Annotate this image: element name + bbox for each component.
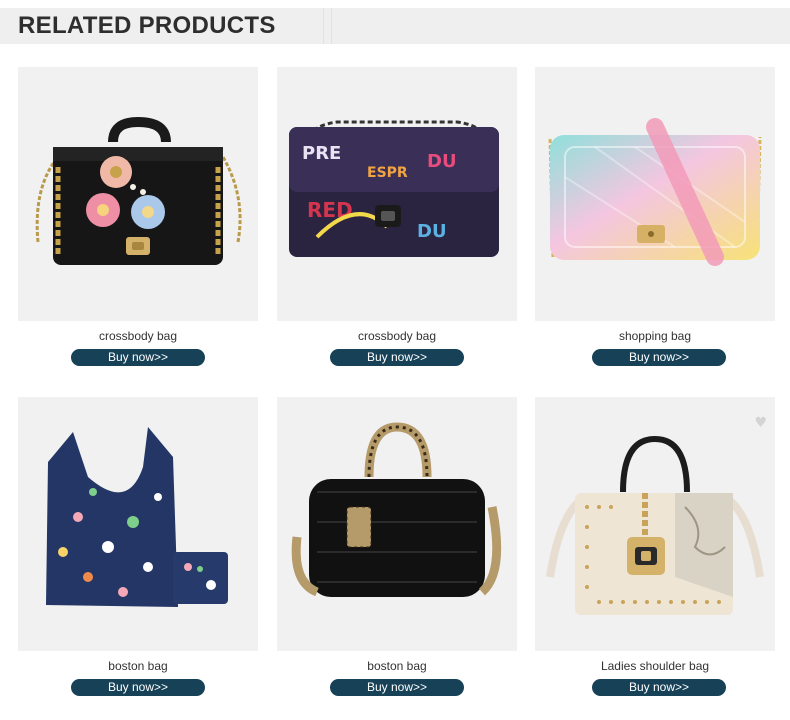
buy-now-button[interactable]: Buy now>> [71,349,205,366]
product-card[interactable]: PRE ESPR DU RED DU crossbody bag Buy now… [277,67,517,367]
buy-now-button[interactable]: Buy now>> [330,679,464,696]
product-card[interactable]: crossbody bag Buy now>> [18,67,258,367]
header-divider [323,8,332,44]
product-image-shoulder-bag[interactable]: ♥ [535,397,775,651]
product-name[interactable]: boston bag [277,659,517,673]
svg-text:ESPR: ESPR [367,165,408,181]
section-header: RELATED PRODUCTS [0,8,790,44]
buy-now-button[interactable]: Buy now>> [71,679,205,696]
product-image-flower-handbag[interactable] [18,67,258,321]
product-name[interactable]: crossbody bag [18,329,258,343]
product-card[interactable]: shopping bag Buy now>> [535,67,775,367]
product-name[interactable]: boston bag [18,659,258,673]
buy-now-button[interactable]: Buy now>> [330,349,464,366]
buy-now-button[interactable]: Buy now>> [592,349,726,366]
svg-text:PRE: PRE [302,143,341,164]
product-card[interactable]: boston bag Buy now>> [277,397,517,697]
product-image-jelly-bag[interactable] [535,67,775,321]
product-name[interactable]: Ladies shoulder bag [535,659,775,673]
product-image-foldable-tote[interactable] [18,397,258,651]
product-card[interactable]: ♥ Ladies shoulder bag Buy now>> [535,397,775,697]
product-name[interactable]: shopping bag [535,329,775,343]
svg-text:DU: DU [417,221,447,242]
product-card[interactable]: boston bag Buy now>> [18,397,258,697]
svg-text:DU: DU [427,151,457,172]
section-title: RELATED PRODUCTS [18,12,276,39]
product-image-boston-bag[interactable] [277,397,517,651]
product-image-graffiti-bag[interactable]: PRE ESPR DU RED DU [277,67,517,321]
buy-now-button[interactable]: Buy now>> [592,679,726,696]
product-name[interactable]: crossbody bag [277,329,517,343]
